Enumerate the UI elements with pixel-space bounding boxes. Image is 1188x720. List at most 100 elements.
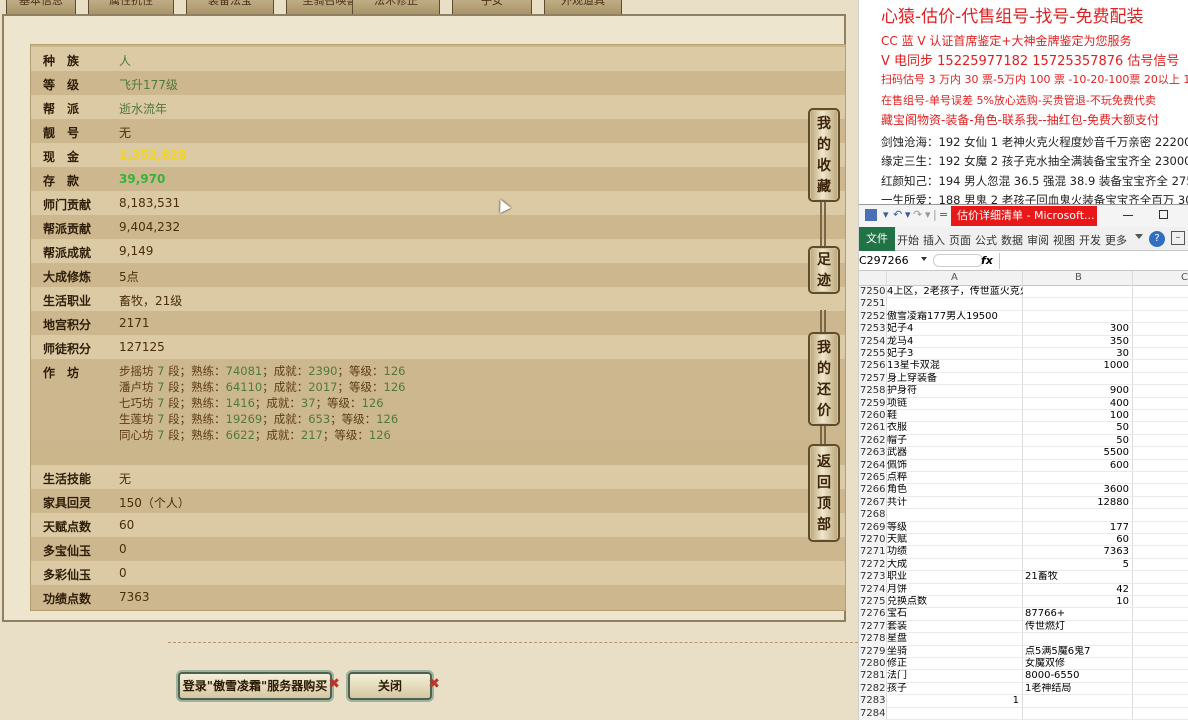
cell-b[interactable]: 400 <box>1023 398 1131 410</box>
cell-a[interactable]: 鞋 <box>887 410 1023 422</box>
formula-expand-icon[interactable] <box>933 254 983 267</box>
cell-b[interactable]: 177 <box>1023 522 1131 534</box>
cell-a[interactable]: 坐骑 <box>887 646 1023 658</box>
ribbon-tab[interactable]: 视图 <box>1053 232 1075 248</box>
row-number[interactable]: 7261 <box>859 422 885 435</box>
row-number[interactable]: 7259 <box>859 397 885 410</box>
tab-children[interactable]: 子女 <box>452 0 532 15</box>
cell-b[interactable]: 900 <box>1023 385 1131 397</box>
tab-attributes[interactable]: 属性抗性 <box>88 0 174 15</box>
my-bargain-button[interactable]: 我的还价 <box>808 332 840 426</box>
row-number[interactable]: 7265 <box>859 472 885 485</box>
footprint-button[interactable]: 足迹 <box>808 246 840 294</box>
close-button[interactable]: 关闭 ✖ <box>348 672 440 700</box>
cell-a[interactable]: 1 <box>887 695 1023 707</box>
row-number[interactable]: 7268 <box>859 509 885 522</box>
cell-a[interactable]: 功绩 <box>887 546 1023 558</box>
row-number[interactable]: 7279 <box>859 645 885 658</box>
cell-b[interactable]: 1000 <box>1023 360 1131 372</box>
cell-b[interactable]: 3600 <box>1023 484 1131 496</box>
back-to-top-button[interactable]: 返回顶部 <box>808 444 840 542</box>
cell-b[interactable]: 12880 <box>1023 497 1131 509</box>
cell-b[interactable]: 42 <box>1023 584 1131 596</box>
row-number[interactable]: 7250 <box>859 286 885 299</box>
cell-a[interactable]: 龙马4 <box>887 336 1023 348</box>
ribbon-tab[interactable]: 插入 <box>923 232 945 248</box>
minimize-ribbon-icon[interactable]: – <box>1171 231 1185 245</box>
cell-a[interactable]: 宝石 <box>887 608 1023 620</box>
row-number[interactable]: 7263 <box>859 447 885 460</box>
cell-b[interactable]: 21畜牧 <box>1023 571 1131 583</box>
cell-a[interactable]: 妃子3 <box>887 348 1023 360</box>
row-number[interactable]: 7284 <box>859 707 885 720</box>
row-number[interactable]: 7251 <box>859 298 885 311</box>
row-number[interactable]: 7264 <box>859 459 885 472</box>
row-number[interactable]: 7281 <box>859 670 885 683</box>
file-tab[interactable]: 文件 <box>859 227 895 251</box>
ribbon-tab[interactable]: 页面 <box>949 232 971 248</box>
row-number[interactable]: 7280 <box>859 658 885 671</box>
cell-a[interactable]: 共计 <box>887 497 1023 509</box>
my-favorites-button[interactable]: 我的收藏 <box>808 108 840 202</box>
cell-a[interactable]: 等级 <box>887 522 1023 534</box>
row-number[interactable]: 7274 <box>859 583 885 596</box>
save-icon[interactable] <box>865 209 877 221</box>
cell-a[interactable]: 衣服 <box>887 422 1023 434</box>
row-number[interactable]: 7271 <box>859 546 885 559</box>
cell-b[interactable]: 女魔双修 <box>1023 658 1131 670</box>
row-number[interactable]: 7253 <box>859 323 885 336</box>
cell-b[interactable]: 350 <box>1023 336 1131 348</box>
cell-a[interactable]: 13星卡双混 <box>887 360 1023 372</box>
undo-icon[interactable]: ↶ <box>893 208 902 221</box>
cell-a[interactable]: 法门 <box>887 670 1023 682</box>
cell-b[interactable]: 5 <box>1023 559 1131 571</box>
cell-a[interactable]: 4上区，2老孩子，传世蓝火克火底子，8级宝石 <box>887 286 1023 298</box>
row-number[interactable]: 7262 <box>859 434 885 448</box>
undo-dropdown-icon[interactable]: ▾ <box>905 208 911 221</box>
ribbon-tab[interactable]: 数据 <box>1001 232 1023 248</box>
minimize-icon[interactable] <box>1123 215 1133 216</box>
ribbon-tab[interactable]: 审阅 <box>1027 232 1049 248</box>
cell-a[interactable]: 武器 <box>887 447 1023 459</box>
cell-a[interactable]: 佩饰 <box>887 460 1023 472</box>
row-number[interactable]: 7255 <box>859 348 885 361</box>
row-number[interactable]: 7273 <box>859 571 885 584</box>
row-number[interactable]: 7282 <box>859 682 885 696</box>
name-box-dropdown-icon[interactable] <box>921 257 927 261</box>
row-number[interactable]: 7260 <box>859 410 885 423</box>
redo-icon[interactable]: ↷ <box>913 208 922 221</box>
cell-a[interactable]: 护身符 <box>887 385 1023 397</box>
row-number[interactable]: 7272 <box>859 558 885 572</box>
customize-icon[interactable]: = <box>939 208 948 221</box>
cell-b[interactable]: 传世燃灯 <box>1023 621 1131 633</box>
cell-a[interactable]: 兑换点数 <box>887 596 1023 608</box>
row-number[interactable]: 7269 <box>859 521 885 534</box>
cell-b[interactable]: 100 <box>1023 410 1131 422</box>
cell-a[interactable]: 星盘 <box>887 633 1023 645</box>
cell-a[interactable]: 妃子4 <box>887 323 1023 335</box>
row-number[interactable]: 7283 <box>859 695 885 708</box>
cell-a[interactable]: 帽子 <box>887 435 1023 447</box>
tab-appearance[interactable]: 外观道具 <box>544 0 622 15</box>
cell-a[interactable]: 套装 <box>887 621 1023 633</box>
cell-b[interactable]: 5500 <box>1023 447 1131 459</box>
cell-b[interactable]: 60 <box>1023 534 1131 546</box>
cell-a[interactable]: 身上穿装备 <box>887 373 1023 385</box>
cell-b[interactable]: 7363 <box>1023 546 1131 558</box>
cell-b[interactable]: 87766+ <box>1023 608 1131 620</box>
maximize-icon[interactable] <box>1159 210 1168 219</box>
cell-a[interactable]: 天赋 <box>887 534 1023 546</box>
ribbon-tab[interactable]: 更多 <box>1105 232 1127 248</box>
tab-spells[interactable]: 法术修正 <box>352 0 440 15</box>
ribbon-tab[interactable]: 开发 <box>1079 232 1101 248</box>
cell-b[interactable]: 50 <box>1023 435 1131 447</box>
fx-icon[interactable]: fx <box>981 254 993 267</box>
row-number[interactable]: 7267 <box>859 496 885 510</box>
cell-a[interactable]: 大成 <box>887 559 1023 571</box>
row-number[interactable]: 7266 <box>859 484 885 497</box>
login-server-buy-button[interactable]: 登录"傲雪凌霜"服务器购买 ✖ <box>178 672 340 700</box>
tab-basic-info[interactable]: 基本信息 <box>6 0 76 15</box>
cell-b[interactable]: 点5满5魔6鬼7 <box>1023 646 1131 658</box>
row-number[interactable]: 7270 <box>859 534 885 547</box>
cell-b[interactable]: 10 <box>1023 596 1131 608</box>
